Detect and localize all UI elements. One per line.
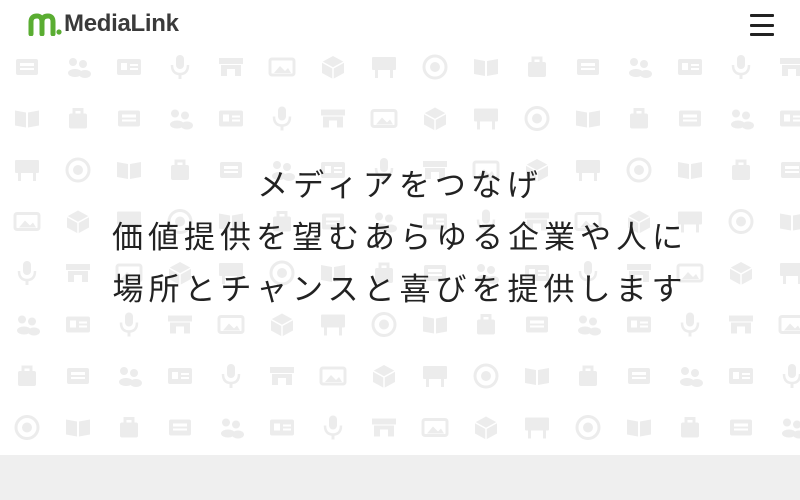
microphone-icon (221, 364, 241, 388)
newspaper-icon (526, 316, 548, 333)
bag-icon (18, 365, 36, 386)
footer-strip (0, 455, 800, 500)
box-icon (270, 313, 294, 337)
newspaper-icon (730, 419, 752, 436)
id-card-icon (168, 368, 192, 384)
page: MediaLink メディアをつなげ 価値提供を望むあらゆる企業や人に 場所とチ… (0, 0, 800, 500)
people-icon (170, 109, 193, 130)
bag-icon (630, 108, 648, 129)
book-icon (66, 419, 90, 437)
image-icon (319, 366, 347, 386)
menu-bar (750, 14, 774, 17)
newspaper-icon (577, 59, 599, 75)
shop-icon (219, 58, 243, 76)
book-icon (423, 316, 447, 334)
money-cycle-icon (371, 312, 397, 337)
id-card-icon (627, 316, 651, 333)
billboard-icon (372, 57, 396, 78)
bag-icon (69, 108, 87, 129)
people-icon (17, 315, 40, 336)
image-icon (421, 418, 449, 437)
shop-icon (372, 418, 396, 437)
newspaper-icon (169, 419, 191, 436)
image-icon (370, 109, 398, 128)
medialink-m-mark-icon (28, 13, 62, 36)
site-header: MediaLink (0, 0, 800, 50)
people-icon (680, 367, 703, 387)
billboard-icon (321, 314, 345, 336)
box-icon (474, 416, 498, 440)
shop-icon (780, 58, 800, 76)
bag-icon (120, 417, 138, 438)
newspaper-icon (628, 368, 650, 384)
people-icon (782, 418, 800, 439)
money-cycle-icon (14, 415, 40, 440)
microphone-icon (782, 364, 800, 388)
billboard-icon (423, 366, 447, 387)
tagline-line-2: 価値提供を望むあらゆる企業や人に (112, 220, 688, 256)
money-cycle-icon (524, 106, 550, 131)
newspaper-icon (118, 110, 140, 127)
book-icon (15, 110, 39, 128)
bag-icon (579, 365, 597, 386)
box-icon (321, 56, 345, 79)
image-icon (778, 315, 800, 334)
id-card-icon (678, 59, 702, 75)
book-icon (525, 368, 549, 385)
shop-icon (321, 109, 345, 128)
people-icon (68, 58, 91, 78)
id-card-icon (780, 110, 800, 127)
id-card-icon (270, 419, 294, 436)
bag-icon (477, 314, 495, 335)
billboard-icon (525, 417, 549, 439)
microphone-icon (323, 415, 343, 440)
tagline-line-3: 場所とチャンスと喜びを提供します (112, 272, 688, 308)
shop-icon (729, 315, 753, 334)
people-icon (731, 109, 754, 130)
box-icon (372, 365, 396, 388)
book-icon (474, 59, 498, 76)
microphone-icon (272, 106, 292, 131)
people-icon (221, 418, 244, 439)
image-icon (268, 57, 296, 77)
book-icon (627, 419, 651, 437)
microphone-icon (170, 55, 190, 79)
hero-tagline: メディアをつなげ 価値提供を望むあらゆる企業や人に 場所とチャンスと喜びを提供し… (0, 160, 800, 316)
id-card-icon (729, 368, 753, 384)
box-icon (423, 107, 447, 131)
logo-text: MediaLink (64, 10, 179, 37)
microphone-icon (119, 312, 139, 337)
people-icon (578, 315, 601, 336)
people-icon (629, 58, 652, 78)
newspaper-icon (16, 59, 38, 75)
id-card-icon (66, 316, 90, 333)
logo-link[interactable]: MediaLink (28, 10, 179, 38)
microphone-icon (731, 55, 751, 79)
money-cycle-icon (575, 415, 601, 440)
id-card-icon (117, 59, 141, 75)
newspaper-icon (67, 368, 89, 384)
shop-icon (270, 367, 294, 385)
menu-bar (750, 23, 774, 27)
book-icon (576, 110, 600, 128)
image-icon (217, 315, 245, 334)
id-card-icon (219, 110, 243, 127)
menu-bar (750, 33, 774, 36)
bag-icon (528, 56, 546, 77)
microphone-icon (680, 312, 700, 337)
tagline-line-1: メディアをつなげ (257, 168, 543, 204)
hamburger-menu-icon[interactable] (750, 14, 774, 36)
bag-icon (681, 417, 699, 438)
shop-icon (168, 315, 192, 334)
people-icon (119, 367, 142, 387)
money-cycle-icon (422, 54, 448, 80)
money-cycle-icon (473, 363, 499, 389)
billboard-icon (474, 108, 498, 130)
newspaper-icon (679, 110, 701, 127)
